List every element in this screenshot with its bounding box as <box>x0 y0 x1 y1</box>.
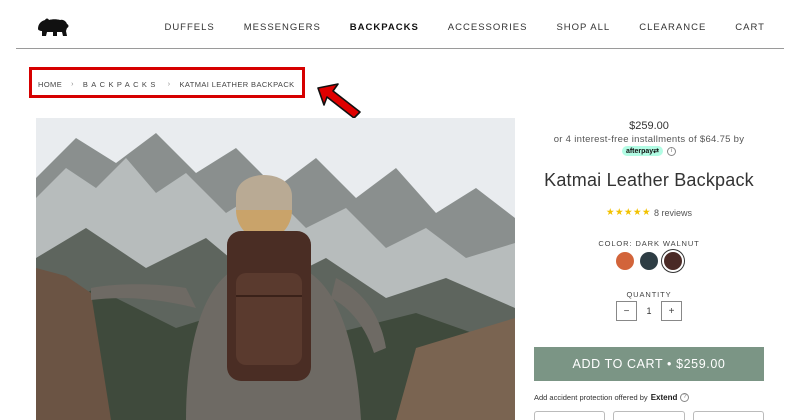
installments-text: or 4 interest-free installments of $64.7… <box>553 134 745 145</box>
nav-clearance[interactable]: CLEARANCE <box>639 22 706 33</box>
breadcrumb-home[interactable]: HOME <box>38 80 62 89</box>
product-photo-illustration <box>36 118 515 420</box>
quantity-input[interactable]: 1 <box>637 306 661 316</box>
nav-shop-all[interactable]: SHOP ALL <box>556 22 610 33</box>
breadcrumb: HOME › BACKPACKS › KATMAI LEATHER BACKPA… <box>38 80 295 89</box>
protection-plan-option[interactable] <box>613 411 685 420</box>
main-nav: DUFFELS MESSENGERS BACKPACKS ACCESSORIES… <box>135 22 765 33</box>
site-header: DUFFELS MESSENGERS BACKPACKS ACCESSORIES… <box>16 0 784 49</box>
quantity-increase-button[interactable]: + <box>661 301 682 321</box>
red-arrow-icon <box>317 83 361 119</box>
afterpay-badge[interactable]: afterpay⇄ <box>621 146 664 156</box>
color-label: COLOR: DARK WALNUT <box>598 239 700 248</box>
reviews-summary[interactable]: ★★★★★ 8 reviews <box>534 207 764 218</box>
star-rating-icon: ★★★★★ <box>605 207 652 218</box>
help-circle-icon[interactable]: ? <box>680 393 690 402</box>
breadcrumb-separator: › <box>167 81 171 88</box>
nav-messengers[interactable]: MESSENGERS <box>244 22 321 33</box>
breadcrumb-current: KATMAI LEATHER BACKPACK <box>179 80 295 89</box>
breadcrumb-highlight-box: HOME › BACKPACKS › KATMAI LEATHER BACKPA… <box>29 67 305 98</box>
product-price: $259.00 <box>629 120 669 132</box>
protection-text: Add accident protection offered by <box>534 393 648 402</box>
protection-plan-option[interactable] <box>534 411 606 420</box>
product-title: Katmai Leather Backpack <box>544 170 754 190</box>
quantity-label: QUANTITY <box>626 290 672 299</box>
nav-cart[interactable]: CART <box>735 22 765 33</box>
review-count[interactable]: 8 reviews <box>654 208 692 218</box>
info-icon[interactable]: i <box>667 146 677 156</box>
color-swatches <box>534 252 764 270</box>
nav-accessories[interactable]: ACCESSORIES <box>448 22 528 33</box>
accident-protection: Add accident protection offered by Exten… <box>534 393 764 402</box>
bear-logo-icon[interactable] <box>36 15 70 39</box>
swatch-orange[interactable] <box>616 252 634 270</box>
afterpay-row: afterpay⇄ i <box>534 146 764 156</box>
quantity-decrease-button[interactable]: − <box>616 301 637 321</box>
add-to-cart-button[interactable]: ADD TO CART • $259.00 <box>534 347 764 381</box>
nav-backpacks[interactable]: BACKPACKS <box>350 22 419 33</box>
swatch-slate[interactable] <box>640 252 658 270</box>
quantity-stepper: − 1 + <box>616 301 682 321</box>
protection-plans <box>534 411 764 420</box>
breadcrumb-separator: › <box>71 81 74 88</box>
swatch-dark-walnut[interactable] <box>664 252 682 270</box>
nav-duffels[interactable]: DUFFELS <box>164 22 214 33</box>
protection-plan-option[interactable] <box>692 411 764 420</box>
product-photo[interactable] <box>36 118 515 420</box>
extend-brand: Extend <box>650 393 678 402</box>
breadcrumb-category[interactable]: BACKPACKS <box>83 80 159 89</box>
